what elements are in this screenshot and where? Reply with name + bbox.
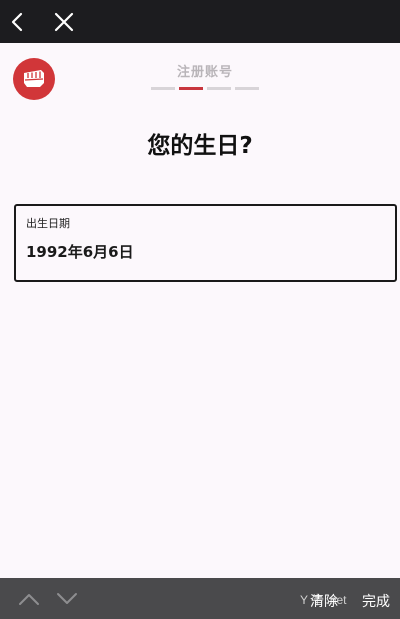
progress-step-1 xyxy=(151,87,175,90)
page-heading: 您的生日? xyxy=(147,133,253,159)
top-navigation-bar xyxy=(0,0,400,43)
progress-step-3 xyxy=(207,87,231,90)
screen: 注册账号 您的生日? 出生日期 1992年6月6日 Y 牛 .net 清除 完成 xyxy=(0,0,400,619)
chevron-up-icon xyxy=(19,594,39,605)
close-button[interactable] xyxy=(48,6,80,38)
birthday-field[interactable]: 出生日期 1992年6月6日 xyxy=(14,204,397,282)
back-button[interactable] xyxy=(2,6,34,38)
done-button[interactable]: 完成 xyxy=(362,591,390,611)
close-icon xyxy=(54,12,74,32)
keyboard-accessory-bar: Y 牛 .net 清除 完成 xyxy=(0,578,400,619)
progress-step-4 xyxy=(235,87,259,90)
step-progress-indicator xyxy=(151,87,259,90)
fist-logo-icon xyxy=(24,70,44,87)
previous-field-button[interactable] xyxy=(16,586,42,612)
clear-button[interactable]: 清除 xyxy=(310,591,338,611)
next-field-button[interactable] xyxy=(54,586,80,612)
birthday-field-value[interactable]: 1992年6月6日 xyxy=(26,241,134,262)
chevron-down-icon xyxy=(57,593,77,604)
chevron-left-icon xyxy=(11,12,23,32)
riot-logo xyxy=(13,58,55,100)
birthday-field-label: 出生日期 xyxy=(26,217,70,230)
progress-step-2 xyxy=(179,87,203,90)
step-title: 注册账号 xyxy=(176,65,233,80)
